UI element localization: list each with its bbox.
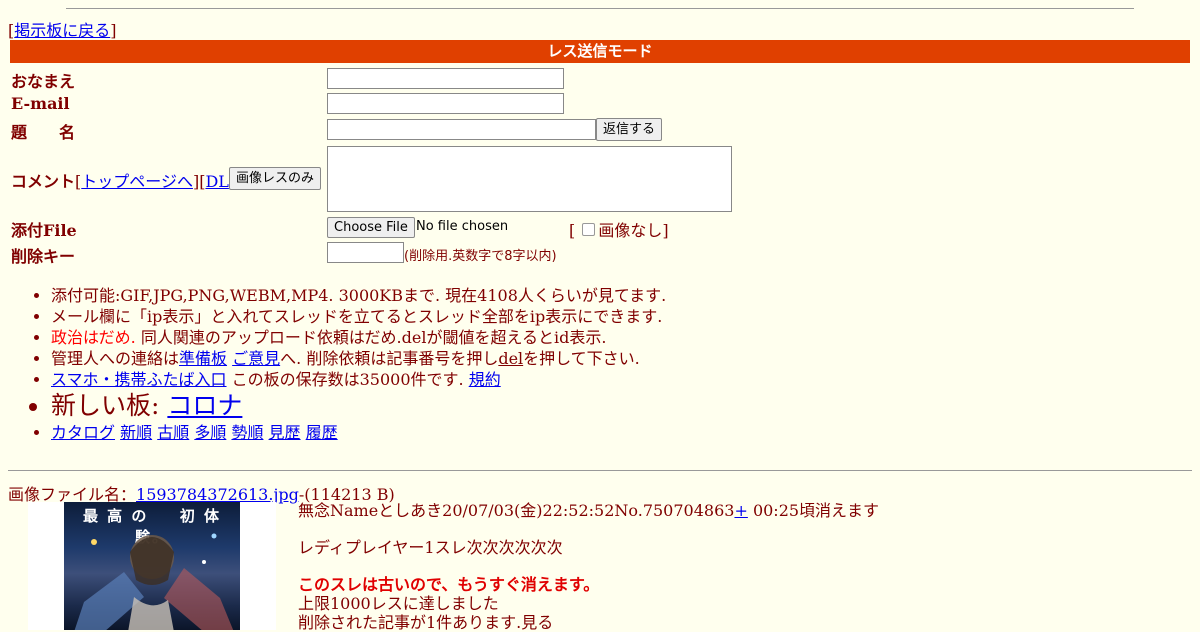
submit-reply-button[interactable]: 返信する bbox=[596, 118, 663, 141]
movie-poster-image: 最 高 の 初 体 験。 bbox=[64, 502, 240, 630]
rule-text: この板の保存数は35000件です. bbox=[226, 370, 469, 389]
bracket-close: ] bbox=[662, 221, 669, 240]
sort-new-link[interactable]: 新順 bbox=[120, 423, 152, 442]
sort-old-link[interactable]: 古順 bbox=[157, 423, 189, 442]
rule-text: へ. 削除依頼は記事番号を押し bbox=[280, 349, 499, 368]
delete-key-note: (削除用.英数字で8字以内) bbox=[404, 249, 557, 264]
rule-text: メール欄に「ip表示」と入れてスレッドを立てるとスレッド全部をip表示にできます… bbox=[51, 307, 663, 326]
poster-art bbox=[74, 533, 234, 630]
rule-item: カタログ 新順 古順 多順 勢順 見歴 履歴 bbox=[51, 422, 666, 443]
back-nav: [掲示板に戻る] bbox=[8, 17, 117, 41]
file-status-text: No file chosen bbox=[416, 219, 509, 234]
name-label: おなまえ bbox=[11, 72, 76, 91]
thread-thumbnail[interactable]: 最 高 の 初 体 験。 bbox=[28, 502, 276, 630]
subject-label: 題 名 bbox=[11, 123, 76, 142]
mobile-entrance-link[interactable]: スマホ・携帯ふたば入口 bbox=[51, 370, 227, 389]
rule-text: 同人関連のアップロード依頼はだめ.delが閾値を超えるとid表示. bbox=[135, 328, 607, 347]
thread-divider bbox=[8, 470, 1192, 471]
reply-mode-banner: レス送信モード bbox=[10, 40, 1190, 63]
back-to-board-link[interactable]: 掲示板に戻る bbox=[14, 21, 110, 40]
history-link[interactable]: 履歴 bbox=[306, 423, 338, 442]
name-input[interactable] bbox=[327, 68, 564, 89]
delete-key-input[interactable] bbox=[327, 242, 404, 263]
rule-item: 管理人への連絡は準備板 ご意見へ. 削除依頼は記事番号を押しdelを押して下さい… bbox=[51, 348, 666, 369]
thread-post: 無念Nameとしあき20/07/03(金)22:52:52No.75070486… bbox=[298, 501, 879, 632]
sort-momentum-link[interactable]: 勢順 bbox=[231, 423, 263, 442]
new-board-text: 新しい板: bbox=[51, 391, 168, 420]
rule-text: を押して下さい. bbox=[523, 349, 640, 368]
post-meta: 無念Nameとしあき20/07/03(金)22:52:52No.75070486… bbox=[298, 501, 735, 520]
email-input[interactable] bbox=[327, 93, 564, 114]
rule-item: 政治はだめ. 同人関連のアップロード依頼はだめ.delが閾値を超えるとid表示. bbox=[51, 327, 666, 348]
post-header: 無念Nameとしあき20/07/03(金)22:52:52No.75070486… bbox=[298, 501, 879, 520]
terms-link[interactable]: 規約 bbox=[469, 370, 501, 389]
image-only-reply-button[interactable]: 画像レスのみ bbox=[229, 167, 322, 190]
sort-most-link[interactable]: 多順 bbox=[194, 423, 226, 442]
rule-item: 新しい板: コロナ bbox=[51, 390, 666, 422]
politics-warning: 政治はだめ. bbox=[51, 328, 136, 347]
comment-label-row: コメント[トップページへ][DL] bbox=[11, 168, 235, 192]
no-image-checkbox[interactable] bbox=[582, 223, 596, 236]
subject-input[interactable] bbox=[327, 119, 596, 140]
choose-file-button[interactable]: Choose File bbox=[327, 217, 415, 238]
post-plus-link[interactable]: + bbox=[734, 501, 747, 520]
file-label: 添付File bbox=[11, 221, 77, 240]
rule-text: 管理人への連絡は bbox=[51, 349, 180, 368]
board-rules-list: 添付可能:GIF,JPG,PNG,WEBM,MP4. 3000KBまで. 現在4… bbox=[51, 285, 666, 443]
post-body: レディプレイヤー1スレ次次次次次次 bbox=[298, 538, 563, 557]
comment-textarea[interactable] bbox=[327, 146, 732, 212]
old-thread-notice: このスレは古いので、もうすぐ消えます。 bbox=[298, 575, 600, 594]
delete-key-label: 削除キー bbox=[11, 247, 76, 266]
email-label: E-mail bbox=[11, 94, 70, 113]
bracket-open: [ bbox=[569, 221, 576, 240]
comment-label: コメント bbox=[11, 172, 76, 191]
rule-item: 添付可能:GIF,JPG,PNG,WEBM,MP4. 3000KBまで. 現在4… bbox=[51, 285, 666, 306]
feedback-link[interactable]: ご意見 bbox=[232, 349, 280, 368]
no-image-option: [ 画像なし] bbox=[569, 217, 669, 241]
rule-text: 添付可能:GIF,JPG,PNG,WEBM,MP4. 3000KBまで. 現在4… bbox=[51, 286, 667, 305]
del-text: del bbox=[498, 349, 524, 368]
deleted-posts-notice: 削除された記事が1件あります.見る bbox=[298, 613, 554, 632]
viewed-history-link[interactable]: 見歴 bbox=[269, 423, 301, 442]
top-page-link[interactable]: トップページへ bbox=[81, 172, 193, 191]
top-divider bbox=[66, 8, 1134, 9]
no-image-label: 画像なし bbox=[598, 221, 663, 240]
reply-limit-notice: 上限1000レスに達しました bbox=[298, 594, 499, 613]
prep-board-link[interactable]: 準備板 bbox=[179, 349, 227, 368]
catalog-link[interactable]: カタログ bbox=[51, 423, 115, 442]
post-expire-time: 00:25頃消えます bbox=[747, 501, 880, 520]
rule-item: スマホ・携帯ふたば入口 この板の保存数は35000件です. 規約 bbox=[51, 369, 666, 390]
dl-link[interactable]: DL bbox=[205, 172, 228, 191]
bracket-close: ] bbox=[110, 21, 117, 40]
corona-board-link[interactable]: コロナ bbox=[167, 391, 242, 420]
rule-item: メール欄に「ip表示」と入れてスレッドを立てるとスレッド全部をip表示にできます… bbox=[51, 306, 666, 327]
